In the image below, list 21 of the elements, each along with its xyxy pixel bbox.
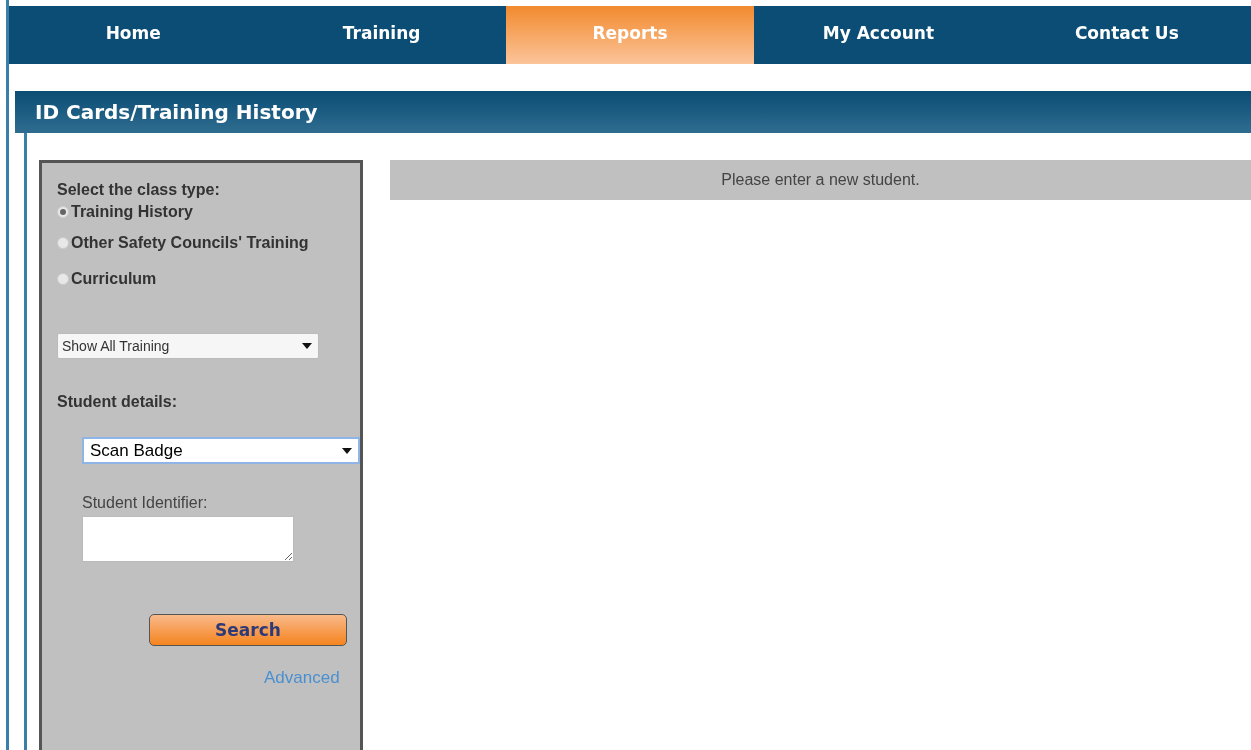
message-bar: Please enter a new student. [390,160,1251,200]
radio-label[interactable]: Other Safety Councils' Training [71,234,309,252]
radio-button[interactable] [57,273,69,285]
lookup-dropdown[interactable]: Scan Badge [82,437,360,464]
nav-tab[interactable]: Home [9,6,258,64]
field-label: Select the class type: [57,181,221,199]
radio-button[interactable] [57,206,69,218]
caret-icon [342,447,352,454]
field-label: Student Identifier: [82,494,209,512]
training-dropdown[interactable]: Show All Training [57,333,319,359]
nav-tab[interactable]: Training [257,6,506,64]
radio-label[interactable]: Training History [71,203,193,221]
nav-tab[interactable]: My Account [754,6,1003,64]
field-label: Student details: [57,393,178,411]
radio-button[interactable] [57,237,69,249]
search-button[interactable]: Search [149,614,347,646]
caret-icon [302,343,312,349]
identifier-field[interactable] [82,516,294,562]
radio-label[interactable]: Curriculum [71,270,157,288]
section-title: ID Cards/Training History [35,100,318,124]
nav-tab[interactable]: Contact Us [1002,6,1251,64]
